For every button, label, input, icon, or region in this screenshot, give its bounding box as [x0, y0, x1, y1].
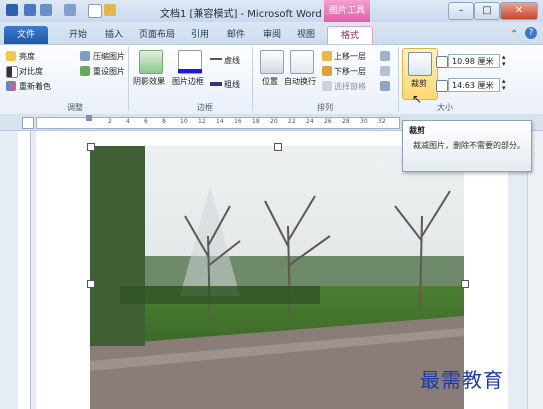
reset-picture-icon: [80, 66, 90, 76]
tab-page-layout[interactable]: 页面布局: [134, 26, 180, 44]
compress-pictures-icon: [80, 51, 90, 61]
group-separator: [252, 47, 253, 111]
watermark-text: 最需教育: [420, 368, 504, 392]
contrast-icon: [6, 66, 18, 78]
brightness-icon: [6, 51, 16, 61]
group-objects-icon[interactable]: [380, 66, 390, 76]
ruler-tick-label: 12: [198, 118, 206, 125]
tab-review[interactable]: 审阅: [256, 26, 288, 44]
ruler-tick-label: 2: [108, 118, 112, 125]
send-backward-button[interactable]: 下移一层: [334, 66, 366, 77]
ruler-tick-label: 10: [180, 118, 188, 125]
group-label-arrange: 排列: [317, 103, 333, 112]
tab-insert[interactable]: 插入: [98, 26, 130, 44]
wrap-text-icon: [290, 50, 314, 74]
shape-width-icon: [436, 80, 448, 92]
group-label-border: 边框: [197, 103, 213, 112]
bring-forward-button[interactable]: 上移一层: [334, 51, 366, 62]
tab-home[interactable]: 开始: [62, 26, 94, 44]
ruler-tick-label: 20: [270, 118, 278, 125]
brightness-button[interactable]: 亮度: [19, 51, 35, 62]
shape-height-icon: [436, 56, 448, 68]
tab-view[interactable]: 视图: [290, 26, 322, 44]
vertical-ruler[interactable]: [18, 131, 31, 409]
crop-icon: [408, 52, 432, 76]
line-weight-icon: [210, 82, 222, 86]
tab-file[interactable]: 文件: [4, 26, 48, 44]
compress-pictures-button[interactable]: 压缩图片: [93, 51, 125, 62]
new-document-icon[interactable]: [88, 4, 102, 18]
tab-references[interactable]: 引用: [184, 26, 216, 44]
ruler-tick-label: 30: [360, 118, 368, 125]
crop-button-label: 裁剪: [411, 79, 427, 88]
tab-selector[interactable]: [22, 117, 34, 129]
tab-mailings[interactable]: 邮件: [220, 26, 252, 44]
ruler-tick-label: 14: [216, 118, 224, 125]
ruler-tick-label: 18: [252, 118, 260, 125]
collapse-ribbon-icon[interactable]: ⌃: [510, 29, 518, 40]
ruler-tick-label: 24: [306, 118, 314, 125]
wrap-text-button[interactable]: 自动换行: [284, 76, 316, 87]
indent-marker[interactable]: [86, 115, 92, 121]
resize-handle-left[interactable]: [87, 280, 95, 288]
resize-handle-top-left[interactable]: [87, 143, 95, 151]
width-spinner-icon[interactable]: ▴ ▾: [502, 78, 506, 92]
close-button[interactable]: ✕: [500, 2, 538, 20]
mouse-pointer-icon: ↖: [412, 92, 423, 106]
redo-icon[interactable]: [64, 4, 76, 16]
ruler-tick-label: 8: [162, 118, 166, 125]
align-icon[interactable]: [380, 51, 390, 61]
open-folder-icon[interactable]: [104, 4, 116, 16]
save-icon[interactable]: [24, 4, 36, 16]
group-label-adjust: 调整: [67, 103, 83, 112]
reset-picture-button[interactable]: 重设图片: [93, 66, 125, 77]
picture-border-button[interactable]: 图片边框: [172, 76, 204, 87]
vertical-scrollbar[interactable]: [527, 131, 543, 409]
picture-tools-context-label: 图片工具: [324, 0, 370, 22]
group-separator: [128, 47, 129, 111]
contrast-button[interactable]: 对比度: [19, 66, 43, 77]
help-icon[interactable]: ?: [525, 27, 537, 39]
position-button[interactable]: 位置: [262, 76, 278, 87]
selected-picture[interactable]: [90, 146, 464, 409]
dashes-button[interactable]: 虚线: [224, 55, 240, 66]
recolor-icon: [6, 81, 16, 91]
ruler-tick-label: 22: [288, 118, 296, 125]
border-color-swatch: [178, 69, 202, 73]
ruler-tick-label: 28: [342, 118, 350, 125]
tooltip-description: 裁减图片，删除不需要的部分。: [413, 141, 525, 150]
bring-forward-icon: [322, 51, 332, 61]
shadow-effects-icon: [139, 50, 163, 74]
recolor-button[interactable]: 重新着色: [19, 81, 51, 92]
height-spinner-icon[interactable]: ▴ ▾: [502, 54, 506, 68]
maximize-button[interactable]: □: [474, 2, 500, 20]
resize-handle-top[interactable]: [274, 143, 282, 151]
shadow-effects-button[interactable]: 阴影效果: [133, 76, 165, 87]
undo-icon[interactable]: [40, 4, 52, 16]
tab-format[interactable]: 格式: [327, 26, 373, 45]
dashes-icon: [210, 58, 222, 60]
tooltip-title: 裁剪: [409, 126, 425, 135]
resize-handle-right[interactable]: [461, 280, 469, 288]
selection-pane-button[interactable]: 选择窗格: [334, 81, 366, 92]
minimize-button[interactable]: –: [448, 2, 474, 20]
ruler-tick-label: 4: [126, 118, 130, 125]
word-app-icon[interactable]: [6, 4, 18, 16]
shape-height-input[interactable]: 10.98 厘米: [448, 54, 500, 68]
shape-width-input[interactable]: 14.63 厘米: [448, 78, 500, 92]
ruler-tick-label: 26: [324, 118, 332, 125]
selection-pane-icon: [322, 81, 332, 91]
crop-tooltip: 裁剪 裁减图片，删除不需要的部分。: [402, 120, 532, 172]
line-weight-button[interactable]: 粗线: [224, 79, 240, 90]
ruler-tick-label: 32: [378, 118, 386, 125]
group-label-size: 大小: [437, 103, 453, 112]
send-backward-icon: [322, 66, 332, 76]
ruler-tick-label: 6: [144, 118, 148, 125]
rotate-icon[interactable]: [380, 81, 390, 91]
ruler-tick-label: 16: [234, 118, 242, 125]
position-icon: [260, 50, 284, 74]
window-title: 文档1 [兼容模式] - Microsoft Word: [160, 9, 322, 20]
group-separator: [398, 47, 399, 111]
